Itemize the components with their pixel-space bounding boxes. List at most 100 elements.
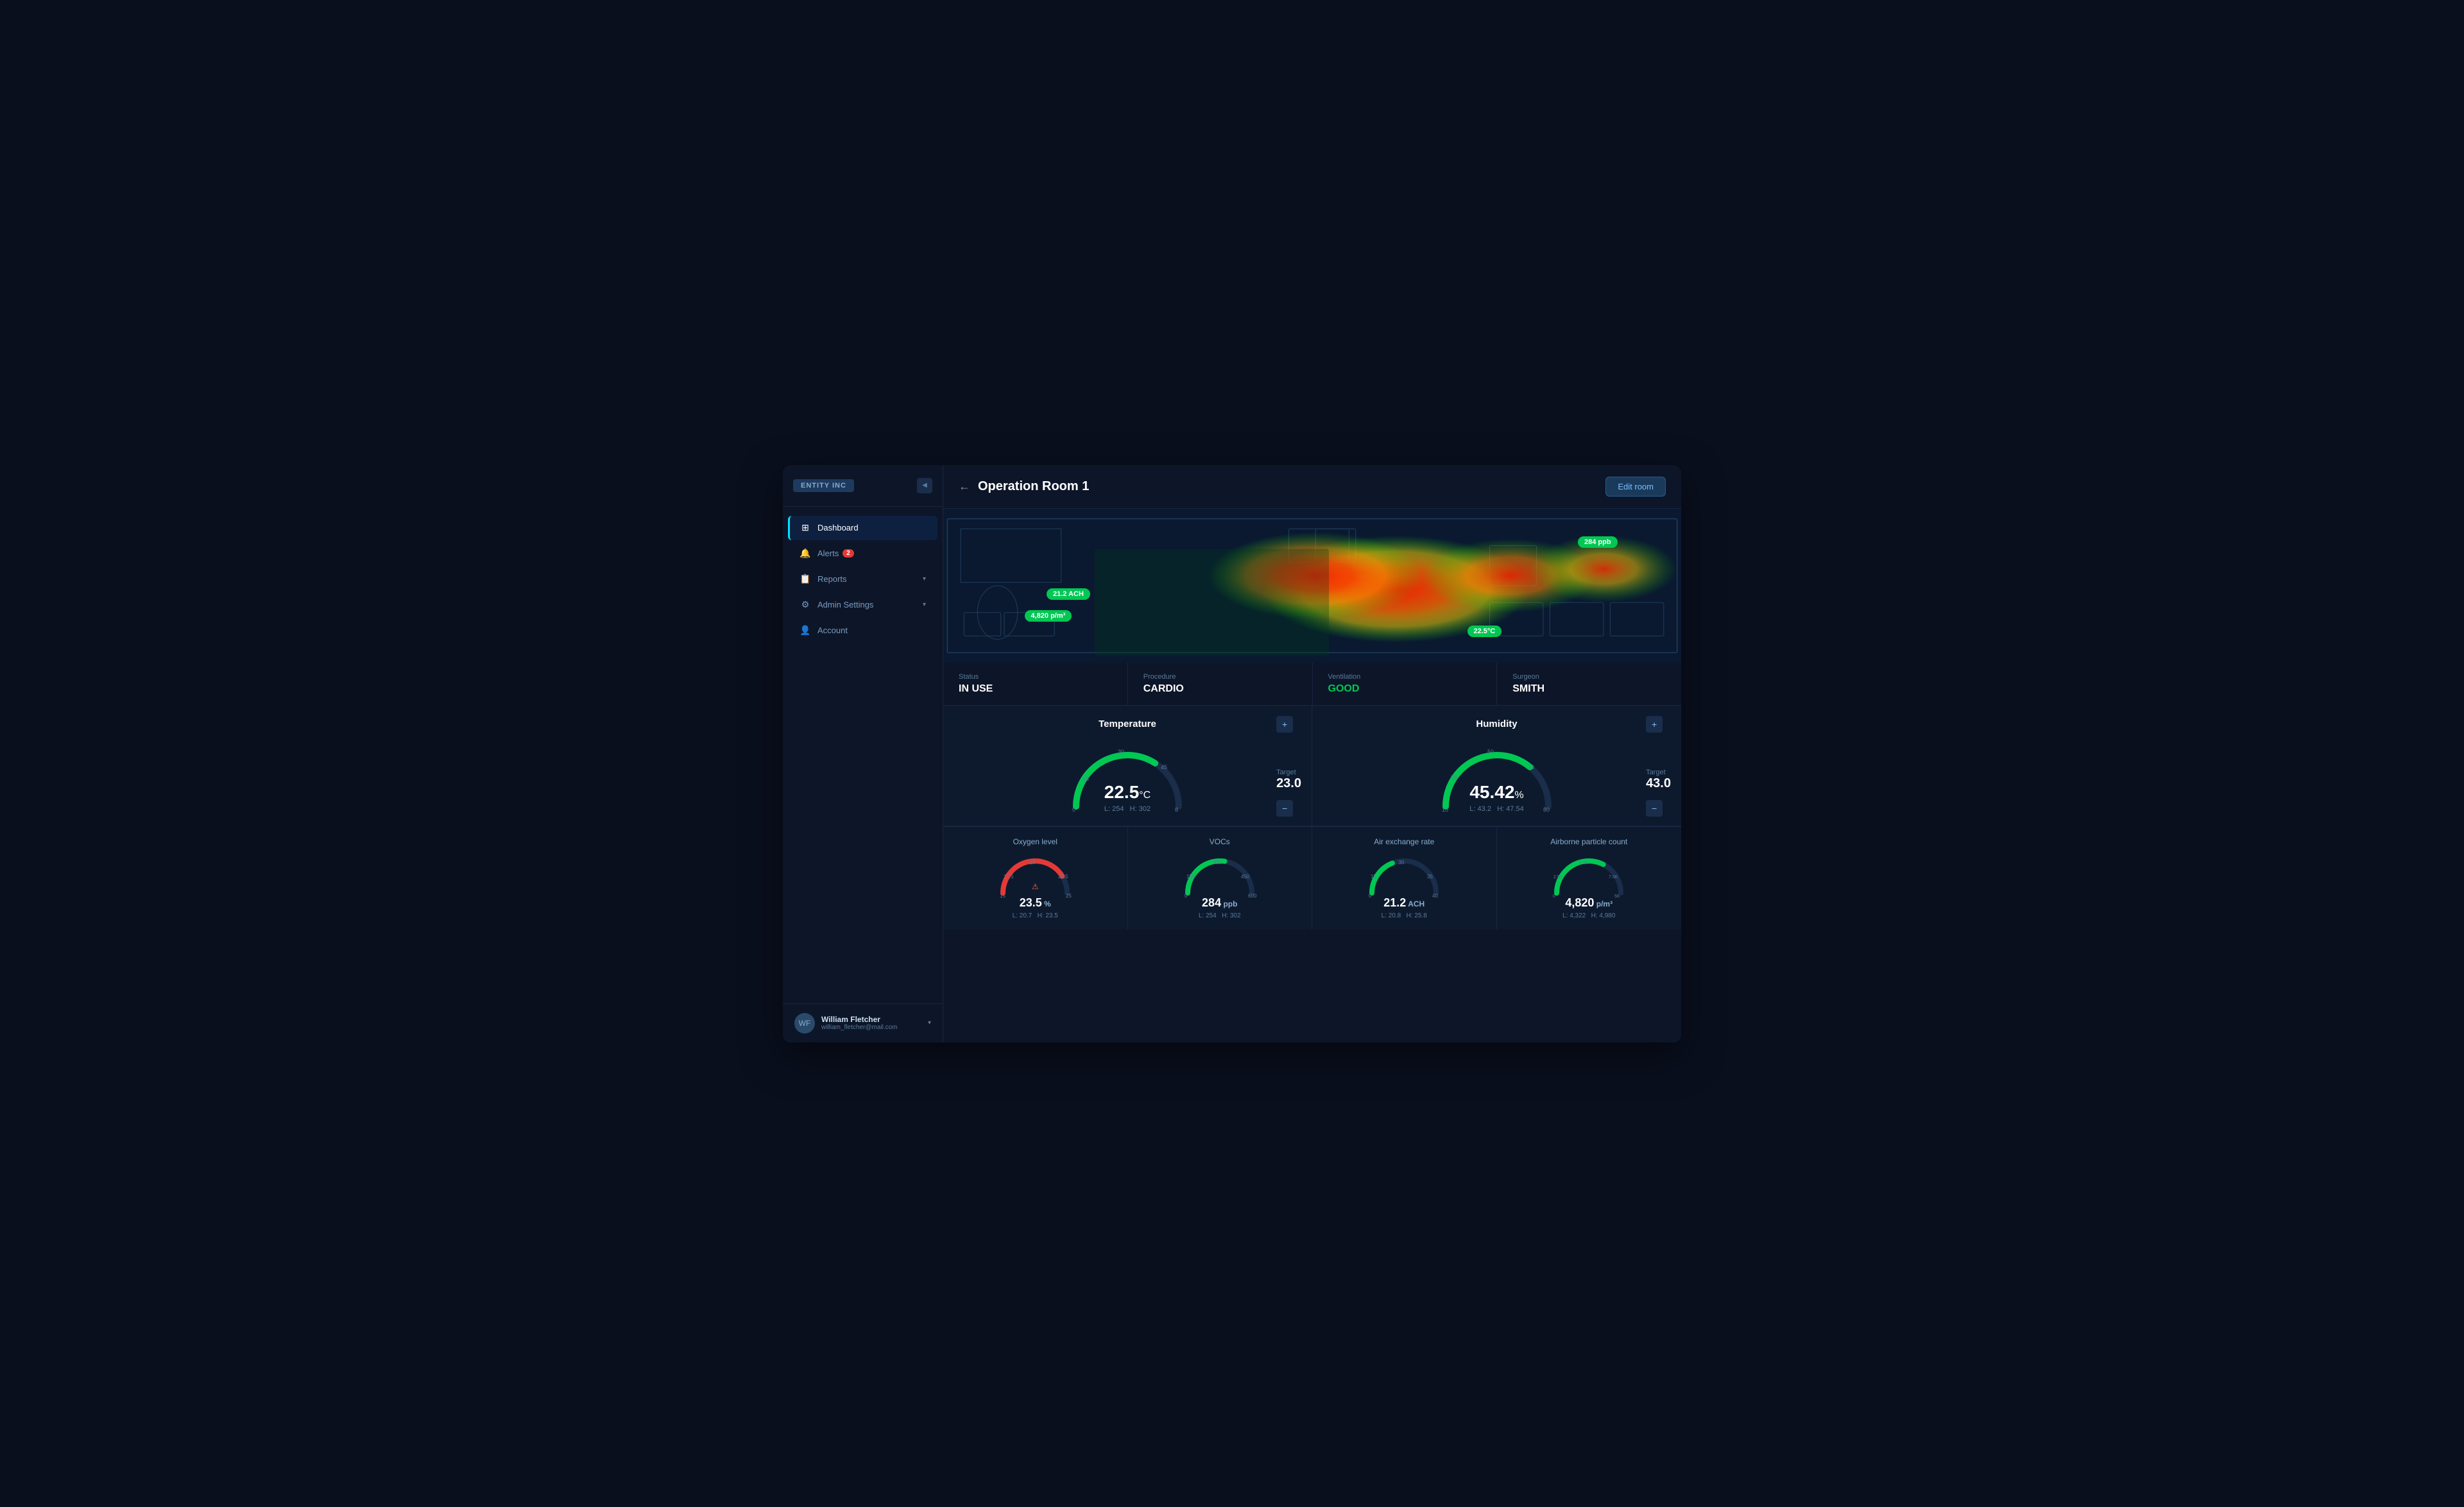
humidity-plus-button[interactable]: +	[1646, 716, 1663, 733]
avatar: WF	[794, 1013, 815, 1034]
temperature-low-high: L: 254 H: 302	[1104, 805, 1151, 813]
oxygen-title: Oxygen level	[954, 837, 1117, 846]
admin-icon: ⚙	[800, 599, 811, 611]
sidebar-item-admin[interactable]: ⚙ Admin Settings ▾	[788, 593, 937, 617]
page-title: Operation Room 1	[978, 479, 1089, 494]
svg-text:0: 0	[1369, 893, 1372, 899]
user-info: William Fletcher william_fletcher@mail.c…	[821, 1015, 928, 1031]
svg-text:0: 0	[1553, 894, 1555, 899]
sidebar-item-account[interactable]: 👤 Account	[788, 618, 937, 643]
svg-text:20: 20	[1030, 860, 1036, 865]
heatmap-badge-temp: 22.5°C	[1467, 626, 1502, 637]
humidity-target-value: 43.0	[1646, 776, 1671, 791]
small-gauges-grid: Oxygen level 15 20 25 17.5 22.5 ⚠	[943, 827, 1681, 930]
status-value-ventilation: GOOD	[1328, 683, 1482, 695]
sidebar-item-reports[interactable]: 📋 Reports ▾	[788, 567, 937, 592]
vocs-card: VOCs 0 300 600 150 450 284 ppb L: 254	[1128, 827, 1313, 930]
temperature-card: Temperature + Target 23.0 −	[943, 706, 1312, 826]
main-content: ← Operation Room 1 Edit room	[943, 465, 1681, 1043]
back-arrow-icon[interactable]: ←	[959, 480, 970, 493]
header-left: ← Operation Room 1	[959, 479, 1089, 494]
svg-text:30: 30	[1118, 749, 1124, 755]
alerts-icon: 🔔	[800, 548, 811, 559]
status-value-status: IN USE	[959, 683, 1112, 695]
temperature-plus-button[interactable]: +	[1276, 716, 1293, 733]
status-item-status: Status IN USE	[943, 663, 1128, 705]
oxygen-gauge: 15 20 25 17.5 22.5 ⚠	[997, 851, 1074, 896]
user-name: William Fletcher	[821, 1015, 928, 1024]
air-exchange-low-high: L: 20.8 H: 25.8	[1322, 912, 1486, 919]
humidity-center-value: 45.42% L: 43.2 H: 47.54	[1469, 782, 1523, 813]
svg-text:50: 50	[1487, 749, 1493, 755]
dashboard-label: Dashboard	[817, 523, 859, 532]
nav-menu: ⊞ Dashboard 🔔 Alerts 2 📋 Reports ▾ ⚙ Adm…	[783, 507, 943, 1003]
svg-text:80: 80	[1543, 806, 1550, 813]
account-icon: 👤	[800, 625, 811, 636]
humidity-gauge-svg: 15 50 80 29 70 45.42% L: 43.2 H: 47.54	[1433, 736, 1561, 813]
svg-text:45: 45	[1161, 764, 1167, 771]
svg-text:15: 15	[1442, 806, 1448, 813]
alerts-badge: 2	[843, 549, 854, 558]
humidity-controls: + Target 43.0 −	[1646, 716, 1671, 817]
oxygen-card: Oxygen level 15 20 25 17.5 22.5 ⚠	[943, 827, 1128, 930]
particles-title: Airborne particle count	[1507, 837, 1672, 846]
air-exchange-title: Air exchange rate	[1322, 837, 1486, 846]
svg-text:22.5: 22.5	[1058, 874, 1068, 880]
svg-text:7.5K: 7.5K	[1609, 875, 1618, 880]
app-container: ENTITY INC ◀ ⊞ Dashboard 🔔 Alerts 2 📋 Re…	[783, 465, 1681, 1043]
temperature-center-value: 22.5°C L: 254 H: 302	[1104, 782, 1151, 813]
vocs-low-high: L: 254 H: 302	[1138, 912, 1302, 919]
temperature-target-label: Target	[1276, 769, 1301, 776]
svg-text:300: 300	[1213, 860, 1222, 865]
particles-value: 4,820 p/m³	[1507, 896, 1672, 910]
air-exchange-gauge: 0 30 40 15 35	[1365, 851, 1442, 896]
status-item-surgeon: Surgeon SMITH	[1497, 663, 1681, 705]
humidity-title: Humidity	[1325, 719, 1668, 729]
air-exchange-card: Air exchange rate 0 30 40 15 35 21.2 ACH	[1312, 827, 1497, 930]
temperature-minus-button[interactable]: −	[1276, 800, 1293, 817]
vocs-title: VOCs	[1138, 837, 1302, 846]
reports-icon: 📋	[800, 574, 811, 585]
heatmap-badge-voc: 284 ppb	[1578, 536, 1618, 548]
oxygen-warning-icon: ⚠	[1032, 882, 1039, 891]
humidity-low-high: L: 43.2 H: 47.54	[1469, 805, 1523, 813]
svg-text:8: 8	[1175, 806, 1178, 813]
sidebar-header: ENTITY INC ◀	[783, 465, 943, 507]
particles-gauge: 0 2.5K 5K 2.5K 7.5K	[1550, 851, 1627, 896]
svg-text:450: 450	[1241, 874, 1250, 880]
sidebar-item-alerts[interactable]: 🔔 Alerts 2	[788, 541, 937, 566]
temperature-title: Temperature	[956, 719, 1299, 729]
svg-text:2.5K: 2.5K	[1579, 861, 1589, 865]
svg-text:0: 0	[1185, 893, 1188, 899]
svg-text:2.5K: 2.5K	[1553, 875, 1563, 880]
status-label-status: Status	[959, 673, 1112, 681]
status-item-ventilation: Ventilation GOOD	[1313, 663, 1498, 705]
svg-text:17.5: 17.5	[1004, 874, 1014, 880]
svg-text:25: 25	[1066, 893, 1072, 899]
main-header: ← Operation Room 1 Edit room	[943, 465, 1681, 509]
humidity-card: Humidity + Target 43.0 − 15	[1312, 706, 1681, 826]
alerts-label: Alerts	[817, 549, 839, 558]
svg-text:35: 35	[1427, 874, 1433, 880]
temperature-controls: + Target 23.0 −	[1276, 716, 1301, 817]
reports-chevron: ▾	[923, 575, 926, 583]
heatmap-svg	[943, 509, 1681, 663]
humidity-minus-button[interactable]: −	[1646, 800, 1663, 817]
sidebar: ENTITY INC ◀ ⊞ Dashboard 🔔 Alerts 2 📋 Re…	[783, 465, 943, 1043]
sidebar-item-dashboard[interactable]: ⊞ Dashboard	[788, 516, 937, 540]
collapse-button[interactable]: ◀	[917, 478, 932, 493]
humidity-gauge-wrapper: 15 50 80 29 70 45.42% L: 43.2 H: 47.54	[1325, 736, 1668, 813]
svg-text:150: 150	[1186, 874, 1195, 880]
logo: ENTITY INC	[793, 479, 854, 492]
temperature-gauge-svg: 0 30 8 15 45 22.5°C L: 254 H: 302	[1063, 736, 1192, 813]
dashboard-icon: ⊞	[800, 522, 811, 534]
edit-room-button[interactable]: Edit room	[1605, 477, 1666, 497]
svg-text:15: 15	[1082, 776, 1089, 782]
admin-chevron: ▾	[923, 601, 926, 608]
footer-chevron-icon: ▾	[928, 1019, 931, 1026]
svg-text:0: 0	[1072, 806, 1075, 813]
status-value-procedure: CARDIO	[1143, 683, 1297, 695]
admin-label: Admin Settings	[817, 600, 873, 609]
user-footer: WF William Fletcher william_fletcher@mai…	[783, 1003, 943, 1043]
svg-text:29: 29	[1451, 774, 1457, 781]
